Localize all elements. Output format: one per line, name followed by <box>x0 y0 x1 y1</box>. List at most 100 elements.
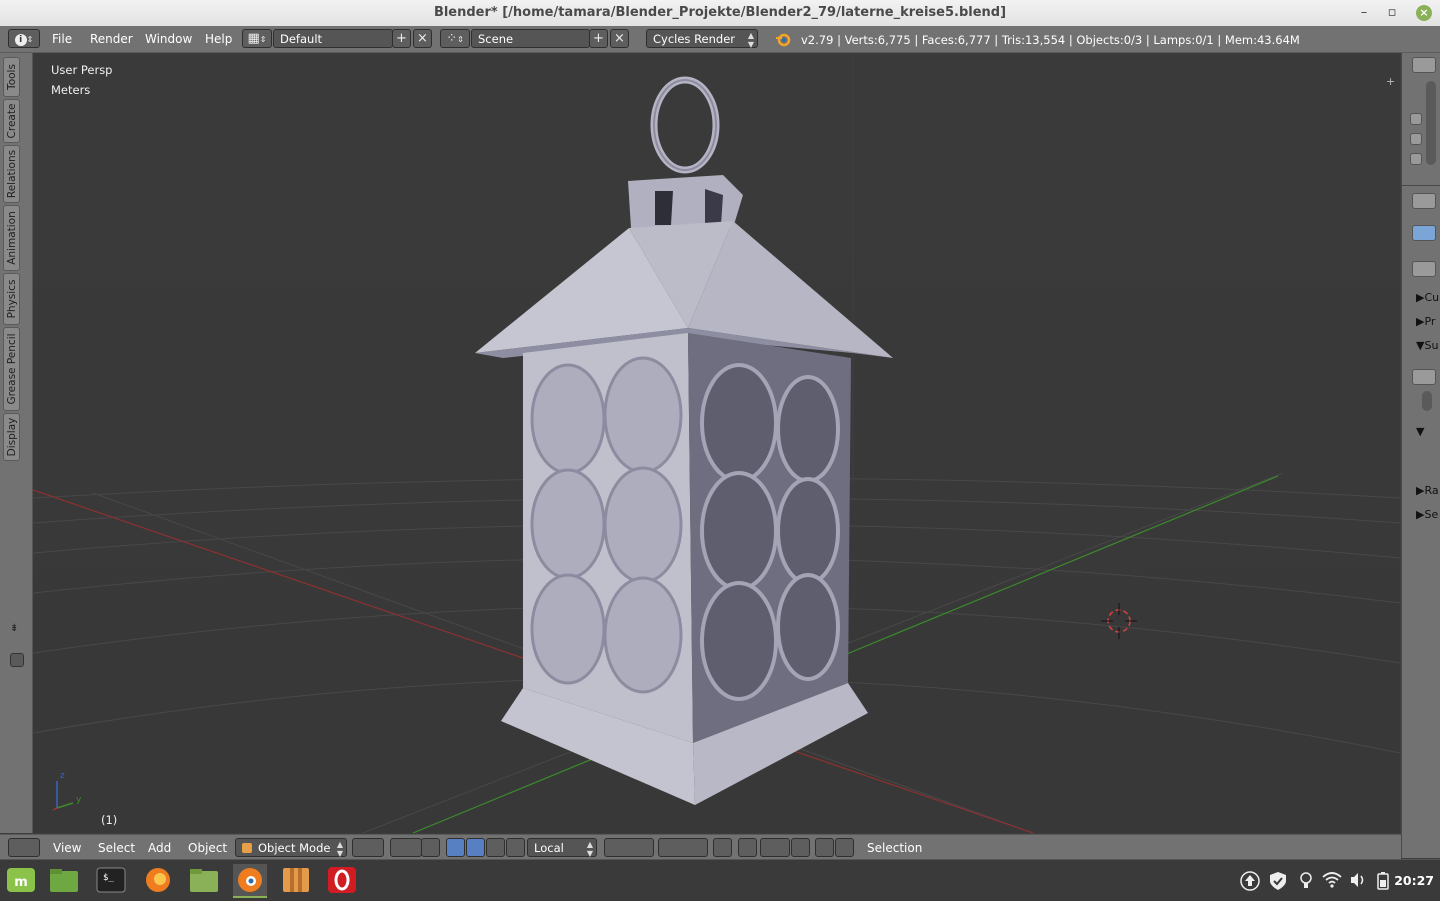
tool-shelf-tabs: Tools Create Relations Animation Physics… <box>0 53 33 833</box>
terminal-icon[interactable]: $_ <box>94 864 128 896</box>
screen-layout-value: Default <box>280 32 323 46</box>
visibility-icon[interactable] <box>1410 153 1422 165</box>
scene-stats: v2.79 | Verts:6,775 | Faces:6,777 | Tris… <box>801 33 1300 47</box>
scale-manipulator-icon[interactable] <box>486 838 505 857</box>
layer-buttons-a[interactable] <box>604 838 654 857</box>
toggle-icon[interactable] <box>10 653 24 667</box>
render-animation-icon[interactable] <box>835 838 854 857</box>
volume-icon[interactable] <box>1349 871 1367 893</box>
archive-icon[interactable] <box>279 864 313 896</box>
firefox-icon[interactable] <box>141 864 175 896</box>
viewport-scene <box>33 53 1400 833</box>
wifi-icon[interactable] <box>1322 871 1342 893</box>
view-name: User Persp <box>51 63 113 77</box>
battery-icon[interactable] <box>1376 871 1390 895</box>
redshift-bulb-icon[interactable] <box>1299 871 1313 895</box>
pivot-point-select[interactable] <box>390 838 422 857</box>
menu-file[interactable]: File <box>52 32 72 46</box>
orientation-select[interactable]: Local ▲ ▼ <box>527 838 597 858</box>
panel-header-pr[interactable]: ▶Pr <box>1416 315 1435 328</box>
screen-layout-icon[interactable]: ▦⇕ <box>242 29 272 48</box>
opera-icon[interactable] <box>325 864 359 896</box>
add-scene-button[interactable]: + <box>589 29 608 48</box>
mode-value: Object Mode <box>258 841 331 855</box>
close-button[interactable]: × <box>1416 5 1432 21</box>
panel-header-se[interactable]: ▶Se <box>1416 508 1438 521</box>
svg-text:m: m <box>14 875 28 890</box>
svg-text:$_: $_ <box>103 873 114 883</box>
layer-buttons-b[interactable] <box>658 838 708 857</box>
editor-type-info-button[interactable]: i ⇕ <box>8 29 40 48</box>
panel-header-ra[interactable]: ▶Ra <box>1416 484 1439 497</box>
layer-lock-icon[interactable] <box>713 838 732 857</box>
scene-icon[interactable]: ⁘⇕ <box>440 29 470 48</box>
visibility-icon[interactable] <box>1410 133 1422 145</box>
menu-object[interactable]: Object <box>188 841 227 855</box>
tab-create[interactable]: Create <box>3 99 20 143</box>
add-layout-button[interactable]: + <box>392 29 411 48</box>
folder-icon[interactable] <box>187 864 221 896</box>
sampling-icon[interactable] <box>1412 369 1436 385</box>
object-mode-icon <box>242 843 252 853</box>
rotate-manipulator-icon[interactable] <box>466 838 485 857</box>
panel-scrollbar[interactable] <box>1422 391 1432 411</box>
visibility-icon[interactable] <box>1410 113 1422 125</box>
panel-header-su[interactable]: ▼Su <box>1416 339 1438 352</box>
scene-select[interactable]: Scene <box>471 29 590 48</box>
mode-select[interactable]: Object Mode ▲ ▼ <box>235 838 347 858</box>
clock[interactable]: 20:27 <box>1394 873 1434 888</box>
minimize-button[interactable]: – <box>1354 3 1374 23</box>
orientation-value: Local <box>534 841 564 855</box>
scene-value: Scene <box>478 32 514 46</box>
tab-animation[interactable]: Animation <box>3 205 20 271</box>
window-title: Blender* [/home/tamara/Blender_Projekte/… <box>433 5 1007 20</box>
tab-tools[interactable]: Tools <box>3 57 20 97</box>
snap-target-icon[interactable] <box>791 838 810 857</box>
editor-type-3d-icon[interactable] <box>8 838 40 857</box>
info-icon: i <box>14 34 27 46</box>
menu-help[interactable]: Help <box>205 32 232 46</box>
menu-render[interactable]: Render <box>90 32 133 46</box>
panel-toggle[interactable]: ▼ <box>1416 425 1424 438</box>
tab-grease-pencil[interactable]: Grease Pencil <box>3 327 20 411</box>
blender-icon[interactable] <box>233 864 267 898</box>
proportional-edit-icon[interactable] <box>738 838 757 857</box>
manipulator-toggle[interactable] <box>421 838 440 857</box>
window-titlebar: Blender* [/home/tamara/Blender_Projekte/… <box>0 0 1440 27</box>
collapse-arrow-icon[interactable]: ⇟ <box>10 623 18 634</box>
scene-tab-icon[interactable] <box>1412 261 1436 277</box>
transform-orientation-icon[interactable] <box>506 838 525 857</box>
render-engine-value: Cycles Render <box>653 32 736 46</box>
mint-menu-icon[interactable]: m <box>4 864 38 896</box>
shield-icon[interactable] <box>1268 871 1288 895</box>
frame-number: (1) <box>101 813 118 827</box>
shading-select[interactable] <box>352 838 384 857</box>
menu-window[interactable]: Window <box>145 32 192 46</box>
units-label: Meters <box>51 83 91 97</box>
render-tab-icon[interactable] <box>1412 225 1436 241</box>
screen-layout-select[interactable]: Default <box>273 29 393 48</box>
render-camera-icon[interactable] <box>815 838 834 857</box>
translate-manipulator-icon[interactable] <box>446 838 465 857</box>
tab-physics[interactable]: Physics <box>3 273 20 325</box>
3d-viewport[interactable]: User Persp Meters (1) z y + <box>33 53 1400 833</box>
outliner-icon[interactable] <box>1412 57 1436 73</box>
axis-y-label: y <box>76 795 82 805</box>
menu-add[interactable]: Add <box>148 841 171 855</box>
tab-relations[interactable]: Relations <box>3 145 20 203</box>
add-region-icon[interactable]: + <box>1386 75 1395 88</box>
outliner-scrollbar[interactable] <box>1426 81 1436 165</box>
render-engine-select[interactable]: Cycles Render ▲ ▼ <box>646 29 758 49</box>
snap-select[interactable] <box>760 838 790 857</box>
properties-editor-icon[interactable] <box>1412 193 1436 209</box>
selection-label: Selection <box>867 841 923 855</box>
tab-display[interactable]: Display <box>3 413 20 461</box>
menu-view[interactable]: View <box>53 841 81 855</box>
files-icon[interactable] <box>47 864 81 896</box>
remove-layout-button[interactable]: × <box>413 29 432 48</box>
menu-select[interactable]: Select <box>98 841 135 855</box>
panel-header-cu[interactable]: ▶Cu <box>1416 291 1439 304</box>
update-icon[interactable] <box>1240 871 1260 895</box>
maximize-button[interactable]: ▫ <box>1382 3 1402 23</box>
remove-scene-button[interactable]: × <box>610 29 629 48</box>
